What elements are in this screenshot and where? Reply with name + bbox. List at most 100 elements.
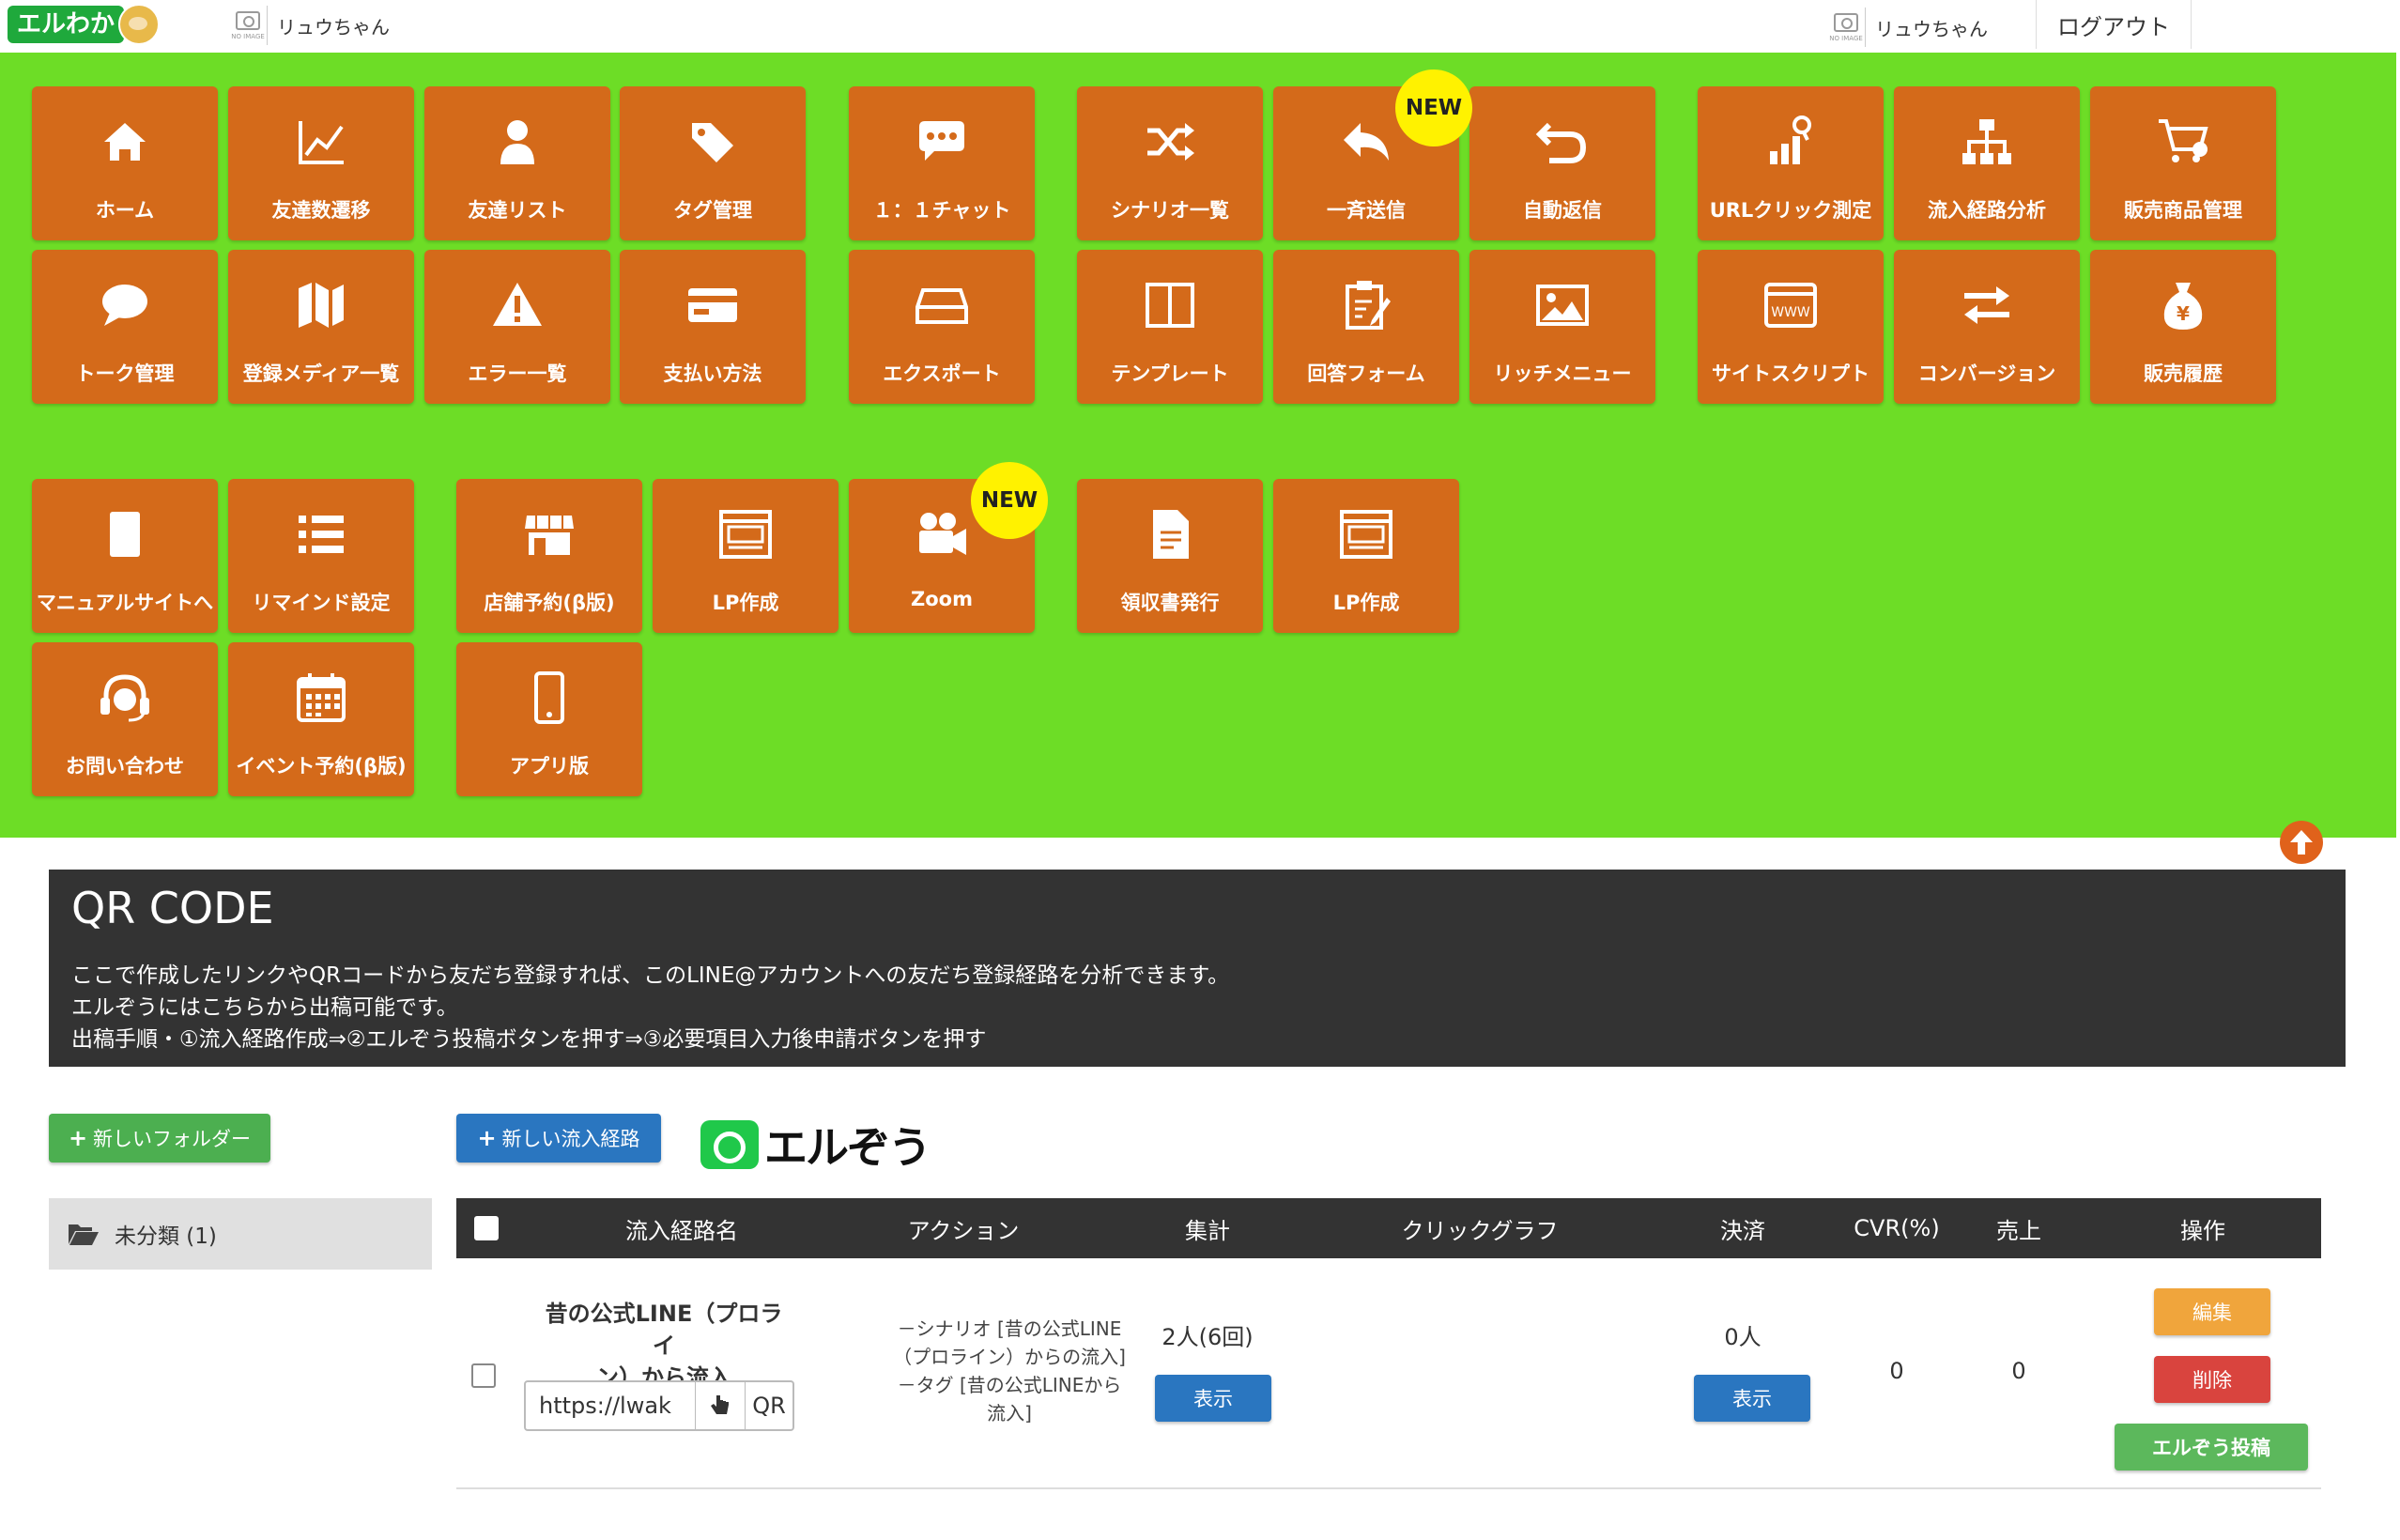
nav-tile-5[interactable]: １：１チャット: [849, 86, 1035, 240]
table-header: 流入経路名 アクション 集計 クリックグラフ 決済 CVR(%) 売上 操作: [456, 1198, 2321, 1258]
main-nav: ホーム 友達数遷移 友達リスト タグ管理 １：１チャット シナリオ一覧 一斉送信 自動返信 UR…: [0, 53, 2396, 864]
col-click-graph: クリックグラフ: [1401, 1217, 1559, 1244]
select-all-checkbox[interactable]: [471, 1198, 501, 1258]
nav-tile-label: エラー一覧: [468, 362, 567, 385]
shuffle-icon: [1077, 111, 1263, 173]
tags-icon: [620, 111, 806, 173]
nav-tile-label: 友達数遷移: [271, 199, 371, 222]
nav-tile-6[interactable]: シナリオ一覧: [1077, 86, 1263, 240]
row-checkbox[interactable]: [471, 1363, 496, 1388]
nav-tile-29[interactable]: LP作成: [1273, 479, 1459, 633]
nav-tile-28[interactable]: 領収書発行: [1077, 479, 1263, 633]
plus-icon: +: [477, 1125, 497, 1151]
folder-open-icon: [69, 1224, 99, 1245]
folder-uncategorized[interactable]: 未分類 (1): [49, 1198, 432, 1270]
nav-tile-32[interactable]: アプリ版: [456, 642, 642, 796]
nav-tile-31[interactable]: イベント予約(β版): [228, 642, 414, 796]
nav-tile-label: トーク管理: [75, 362, 175, 385]
columns-icon: [1077, 274, 1263, 336]
nav-tile-label: 回答フォーム: [1307, 362, 1425, 385]
qr-description: ここで作成したリンクやQRコードから友だち登録すれば、このLINE@アカウントへ…: [71, 960, 1229, 1055]
nav-tile-label: URLクリック測定: [1709, 199, 1872, 222]
payment-show-button[interactable]: 表示: [1694, 1375, 1810, 1422]
document-icon: [1077, 503, 1263, 565]
new-badge: NEW: [971, 462, 1048, 539]
nav-tile-22[interactable]: ¥ 販売履歴: [2090, 250, 2276, 404]
account-name-left: リュウちゃん: [277, 15, 390, 38]
nav-tile-23[interactable]: マニュアルサイトへ: [32, 479, 218, 633]
delete-button[interactable]: 削除: [2154, 1356, 2270, 1403]
nav-tile-24[interactable]: リマインド設定: [228, 479, 414, 633]
col-action: アクション: [907, 1217, 1020, 1244]
nav-tile-1[interactable]: ホーム: [32, 86, 218, 240]
nav-tile-12[interactable]: トーク管理: [32, 250, 218, 404]
nav-tile-30[interactable]: お問い合わせ: [32, 642, 218, 796]
nav-tile-15[interactable]: 支払い方法: [620, 250, 806, 404]
new-route-button[interactable]: + 新しい流入経路: [456, 1114, 661, 1163]
nav-tile-label: イベント予約(β版): [236, 755, 407, 778]
nav-tile-9[interactable]: URLクリック測定: [1698, 86, 1884, 240]
route-name: 昔の公式LINE（プロライ ン）から流入: [541, 1298, 787, 1394]
qr-button[interactable]: QR: [745, 1382, 792, 1429]
warning-icon: [424, 274, 610, 336]
nav-tile-14[interactable]: エラー一覧: [424, 250, 610, 404]
table-row: 昔の公式LINE（プロライ ン）から流入 https://lwak QR －シナ…: [456, 1258, 2321, 1489]
logout-button[interactable]: ログアウト: [2036, 0, 2192, 49]
nav-tile-26[interactable]: LP作成: [653, 479, 838, 633]
nav-tile-18[interactable]: 回答フォーム: [1273, 250, 1459, 404]
arrow-up-icon: [2290, 830, 2313, 855]
mobile-icon: [456, 667, 642, 729]
nav-tile-8[interactable]: 自動返信: [1469, 86, 1655, 240]
nav-tile-label: 流入経路分析: [1928, 199, 2046, 222]
action-line: 流入]: [987, 1402, 1032, 1424]
nav-tile-label: LP作成: [712, 592, 779, 614]
nav-tile-19[interactable]: リッチメニュー: [1469, 250, 1655, 404]
webpage-icon: [1273, 503, 1459, 565]
route-url-field[interactable]: https://lwak QR: [524, 1380, 794, 1431]
nav-tile-4[interactable]: タグ管理: [620, 86, 806, 240]
edit-button[interactable]: 編集: [2154, 1288, 2270, 1335]
undo-icon: [1469, 111, 1655, 173]
account-right[interactable]: NO IMAGE リュウちゃん: [1827, 8, 1988, 47]
desc-line-1: ここで作成したリンクやQRコードから友だち登録すれば、このLINE@アカウントへ…: [71, 963, 1230, 988]
copy-hand-icon[interactable]: [695, 1382, 745, 1429]
plus-icon: +: [68, 1125, 88, 1151]
nav-tile-3[interactable]: 友達リスト: [424, 86, 610, 240]
new-folder-button[interactable]: + 新しいフォルダー: [49, 1114, 270, 1163]
scroll-to-top-button[interactable]: [2280, 821, 2323, 864]
nav-tile-11[interactable]: 販売商品管理: [2090, 86, 2276, 240]
account-name-right: リュウちゃん: [1875, 17, 1988, 40]
nav-tile-label: 登録メディア一覧: [242, 362, 400, 385]
www-icon: WWW: [1698, 274, 1884, 336]
account-left[interactable]: NO IMAGE リュウちゃん: [229, 6, 390, 45]
app-logo[interactable]: エルわか: [8, 4, 161, 45]
chat-dots-icon: [849, 111, 1035, 173]
col-tally: 集計: [1185, 1217, 1230, 1244]
route-name-line-1: 昔の公式LINE（プロライ: [545, 1301, 783, 1359]
nav-tile-10[interactable]: 流入経路分析: [1894, 86, 2080, 240]
elzo-post-button[interactable]: エルぞう投稿: [2115, 1424, 2308, 1471]
nav-tile-25[interactable]: 店舗予約(β版): [456, 479, 642, 633]
route-url-text[interactable]: https://lwak: [526, 1393, 695, 1419]
nav-tile-17[interactable]: テンプレート: [1077, 250, 1263, 404]
sitemap-icon: [1894, 111, 2080, 173]
nav-tile-label: テンプレート: [1111, 362, 1229, 385]
folder-label: 未分類 (1): [115, 1224, 217, 1249]
svg-text:WWW: WWW: [1771, 305, 1810, 320]
map-icon: [228, 274, 414, 336]
nav-tile-13[interactable]: 登録メディア一覧: [228, 250, 414, 404]
new-folder-label: 新しいフォルダー: [93, 1128, 252, 1150]
nav-tile-label: １：１チャット: [872, 199, 1011, 222]
nav-tile-2[interactable]: 友達数遷移: [228, 86, 414, 240]
nav-tile-label: シナリオ一覧: [1111, 199, 1229, 222]
top-header: エルわか NO IMAGE リュウちゃん NO IMAGE リュウちゃん ログア…: [0, 0, 2400, 53]
nav-tile-21[interactable]: コンバージョン: [1894, 250, 2080, 404]
credit-card-icon: [620, 274, 806, 336]
nav-tile-20[interactable]: WWW サイトスクリプト: [1698, 250, 1884, 404]
elzo-logo[interactable]: エルぞう: [700, 1114, 931, 1176]
tally-show-button[interactable]: 表示: [1155, 1375, 1271, 1422]
camera-icon: [236, 10, 260, 30]
new-route-label: 新しい流入経路: [501, 1128, 640, 1150]
bar-search-icon: [1698, 111, 1884, 173]
nav-tile-16[interactable]: エクスポート: [849, 250, 1035, 404]
